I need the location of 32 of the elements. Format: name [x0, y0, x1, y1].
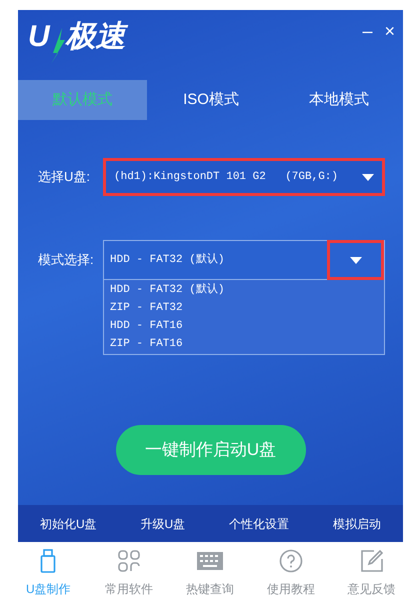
- dropdown-arrow-icon: [362, 174, 374, 180]
- mode-tab[interactable]: 本地模式: [275, 80, 403, 120]
- help-icon: [278, 549, 303, 573]
- tool-link[interactable]: 个性化设置: [229, 514, 290, 532]
- tool-link[interactable]: 升级U盘: [140, 514, 186, 532]
- app-logo: U: [28, 22, 50, 52]
- close-button[interactable]: ×: [384, 22, 395, 40]
- usb-drive-icon: [40, 549, 56, 573]
- field-label: 模式选择:: [38, 251, 95, 270]
- dropdown-arrow-icon: [350, 256, 362, 264]
- lightning-icon: [50, 28, 66, 64]
- dropdown-option[interactable]: HDD - FAT16: [104, 317, 384, 335]
- nav-item[interactable]: U盘制作: [12, 548, 84, 598]
- mode-select[interactable]: HDD - FAT32 (默认): [103, 240, 385, 280]
- app-logo: 极速: [66, 22, 126, 52]
- minimize-button[interactable]: –: [362, 22, 372, 40]
- keyboard-icon: [196, 552, 223, 570]
- nav-item[interactable]: 热键查询: [174, 548, 246, 598]
- nav-item[interactable]: 常用软件: [93, 548, 166, 598]
- dropdown-option[interactable]: HDD - FAT32 (默认): [104, 281, 384, 299]
- edit-icon: [360, 549, 384, 573]
- mode-tab[interactable]: ISO模式: [147, 80, 275, 120]
- grid-icon: [117, 549, 142, 573]
- tool-link[interactable]: 模拟启动: [333, 514, 382, 532]
- nav-item[interactable]: 意见反馈: [336, 548, 408, 598]
- dropdown-option[interactable]: ZIP - FAT32: [104, 299, 384, 317]
- disk-select[interactable]: (hd1):KingstonDT 101 G2 (7GB,G:): [103, 158, 385, 196]
- dropdown-button[interactable]: [327, 240, 384, 280]
- tool-link[interactable]: 初始化U盘: [40, 514, 97, 532]
- dropdown-option[interactable]: ZIP - FAT16: [104, 335, 384, 353]
- nav-item[interactable]: 使用教程: [254, 548, 327, 598]
- field-label: 选择U盘:: [38, 168, 91, 186]
